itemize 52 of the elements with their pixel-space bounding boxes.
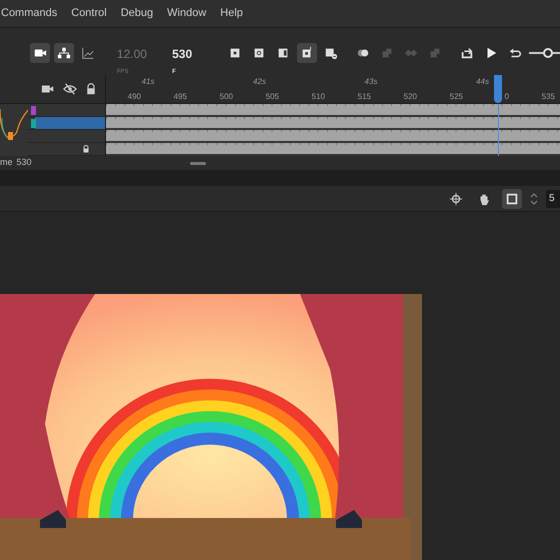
insert-frame-icon [300, 46, 314, 60]
current-frame: 530 [16, 156, 32, 170]
clip-frame-icon [505, 192, 519, 206]
shapes-icon [380, 46, 394, 60]
frame-span[interactable] [106, 117, 560, 130]
ruler-frame-label: 510 [312, 91, 325, 103]
frame-icon [276, 46, 290, 60]
playhead-line [498, 104, 499, 156]
playhead[interactable] [494, 75, 502, 103]
graph-icon [81, 46, 95, 60]
ruler-frame-label: 505 [266, 91, 279, 103]
undo-icon [508, 46, 522, 60]
slider-thumb[interactable] [542, 48, 553, 58]
ruler-frame-label: 490 [128, 91, 141, 103]
ruler-frame-label: 0 [504, 91, 509, 103]
clip-frame-button[interactable] [502, 188, 522, 208]
layer-row[interactable] [28, 117, 105, 130]
layer-hierarchy-icon [57, 46, 71, 60]
lock-icon [85, 82, 97, 96]
shapes-icon [428, 46, 442, 60]
ruler-frame-label: 495 [174, 91, 187, 103]
ruler-second-label: 41s [142, 76, 154, 88]
frame-span[interactable] [106, 104, 560, 117]
insert-frame-button[interactable] [296, 43, 317, 63]
hidden-eye-icon [63, 82, 77, 96]
menu-item[interactable]: Control [71, 5, 107, 22]
layer-hierarchy-button[interactable] [54, 43, 74, 63]
ruler-second-label: 42s [253, 76, 266, 88]
menu-item[interactable]: Help [220, 5, 243, 22]
menu-item[interactable]: Commands [1, 5, 58, 22]
frame-span[interactable] [106, 130, 560, 143]
crosshair-icon [449, 192, 463, 206]
ruler-frame-label: 535 [542, 91, 555, 103]
ruler-frame-label: 515 [358, 91, 371, 103]
ruler-second-label: 44s [476, 76, 489, 88]
frame-label: me [0, 156, 13, 169]
loop-icon [460, 46, 474, 60]
zoom-field[interactable]: 5 [546, 190, 560, 208]
ruler-frame-label: 520 [404, 91, 417, 103]
blank-keyframe-icon [252, 46, 266, 60]
menu-item[interactable]: Window [167, 5, 206, 22]
ruler-frame-label: 525 [450, 91, 463, 103]
camera-button[interactable] [30, 43, 50, 63]
remove-frame-icon [324, 46, 338, 60]
ruler-frame-label: 500 [220, 91, 233, 103]
frame-span[interactable] [106, 143, 560, 156]
menu-item[interactable]: Debug [120, 5, 154, 22]
layer-row[interactable] [28, 143, 105, 156]
scroll-handle[interactable] [190, 162, 206, 165]
stepper-icon [530, 190, 538, 206]
keyframe-icon [228, 46, 242, 60]
ruler-second-label: 43s [364, 76, 378, 88]
